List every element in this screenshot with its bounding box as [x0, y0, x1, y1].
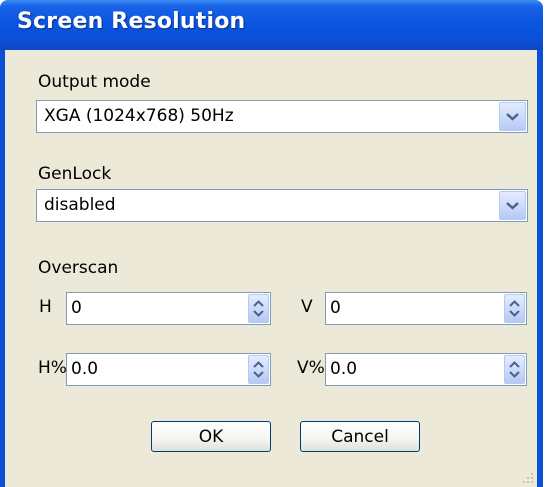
h-value: 0 — [71, 298, 82, 318]
output-mode-dropdown-button[interactable] — [499, 102, 526, 131]
window-title: Screen Resolution — [17, 9, 246, 34]
ok-button[interactable]: OK — [151, 421, 271, 452]
h-percent-label: H% — [38, 358, 67, 378]
cancel-button[interactable]: Cancel — [300, 421, 420, 452]
overscan-label: Overscan — [38, 258, 119, 278]
chevron-down-icon — [506, 202, 519, 210]
spin-up-down-icon — [253, 361, 264, 378]
spin-up-down-icon — [253, 300, 264, 317]
h-spinbox[interactable]: 0 — [66, 292, 271, 325]
output-mode-select[interactable]: XGA (1024x768) 50Hz — [36, 100, 528, 133]
genlock-dropdown-button[interactable] — [499, 191, 526, 220]
v-percent-value: 0.0 — [330, 359, 358, 379]
v-percent-spin-buttons[interactable] — [504, 355, 525, 384]
v-percent-label: V% — [297, 358, 325, 378]
h-percent-spinbox[interactable]: 0.0 — [66, 353, 271, 386]
output-mode-label: Output mode — [38, 72, 151, 92]
h-percent-spin-buttons[interactable] — [248, 355, 269, 384]
h-percent-value: 0.0 — [71, 359, 99, 379]
dialog-window: Screen Resolution Output mode XGA (1024x… — [0, 0, 543, 487]
v-label: V — [301, 297, 313, 317]
chevron-down-icon — [506, 113, 519, 121]
title-bar[interactable]: Screen Resolution — [0, 0, 543, 50]
output-mode-value: XGA (1024x768) 50Hz — [44, 106, 234, 126]
resize-grip-icon[interactable] — [521, 471, 535, 485]
genlock-select[interactable]: disabled — [36, 189, 528, 222]
genlock-label: GenLock — [38, 164, 112, 184]
dialog-body: Output mode XGA (1024x768) 50Hz GenLock … — [5, 50, 537, 487]
spin-up-down-icon — [509, 300, 520, 317]
h-spin-buttons[interactable] — [248, 294, 269, 323]
v-value: 0 — [330, 298, 341, 318]
v-percent-spinbox[interactable]: 0.0 — [325, 353, 527, 386]
spin-up-down-icon — [509, 361, 520, 378]
v-spin-buttons[interactable] — [504, 294, 525, 323]
genlock-value: disabled — [44, 195, 116, 215]
h-label: H — [39, 297, 52, 317]
v-spinbox[interactable]: 0 — [325, 292, 527, 325]
